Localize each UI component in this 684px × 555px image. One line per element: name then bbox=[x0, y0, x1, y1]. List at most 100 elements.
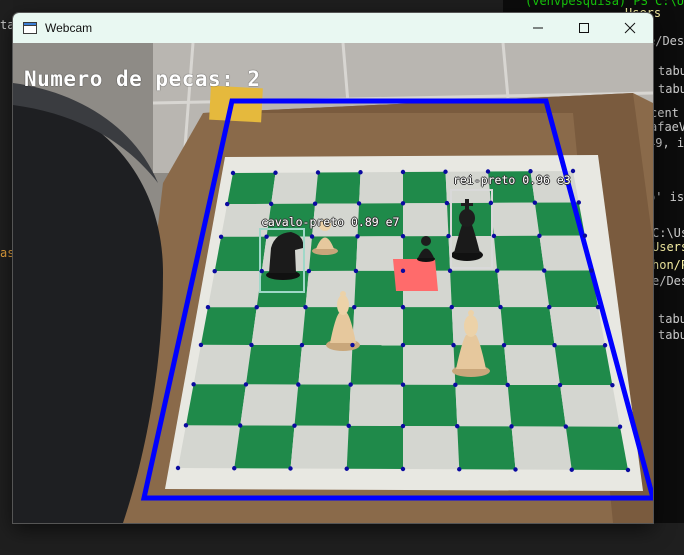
grid-point bbox=[595, 304, 601, 310]
grid-point bbox=[455, 424, 460, 429]
grid-point bbox=[352, 304, 357, 310]
board-square bbox=[511, 426, 572, 470]
board-square bbox=[565, 426, 628, 470]
close-icon bbox=[624, 22, 636, 34]
grid-point bbox=[582, 233, 588, 238]
board-square bbox=[234, 425, 295, 469]
terminal-line: hon/P bbox=[652, 258, 684, 272]
terminal-line: tabu bbox=[658, 64, 684, 78]
grid-point bbox=[446, 233, 451, 239]
board-square bbox=[493, 235, 545, 271]
grid-point bbox=[212, 268, 217, 274]
board-square bbox=[507, 384, 566, 427]
board-square bbox=[403, 307, 454, 346]
board-square bbox=[245, 344, 302, 385]
grid-point bbox=[264, 234, 269, 239]
grid-point bbox=[198, 342, 204, 348]
grid-point bbox=[451, 342, 456, 348]
terminal-line: e/Des bbox=[652, 274, 684, 288]
board-square bbox=[450, 270, 501, 308]
grid-point bbox=[400, 342, 406, 348]
maximize-button[interactable] bbox=[561, 13, 607, 43]
board-square bbox=[294, 384, 351, 426]
grid-point bbox=[205, 305, 211, 310]
grid-point bbox=[570, 168, 576, 174]
grid-point bbox=[617, 424, 623, 429]
grid-point bbox=[532, 200, 538, 205]
webcam-window: Webcam Numero de pecas: 2 cavalo-preto 0… bbox=[13, 13, 653, 523]
board-square bbox=[554, 345, 613, 386]
board-square bbox=[350, 345, 403, 385]
webcam-feed: Numero de pecas: 2 cavalo-preto 0.89 e7 … bbox=[13, 43, 653, 523]
grid-point bbox=[501, 342, 507, 348]
grid-point bbox=[453, 382, 458, 388]
terminal-line: 49, i bbox=[648, 136, 684, 150]
detection-label-knight: cavalo-preto 0.89 e7 bbox=[261, 215, 400, 229]
board-square bbox=[352, 307, 403, 346]
grid-point bbox=[232, 466, 237, 471]
grid-point bbox=[358, 170, 363, 175]
board-square bbox=[490, 202, 540, 236]
grid-point bbox=[191, 382, 196, 387]
terminal-line: p' is bbox=[648, 190, 684, 204]
minimize-icon bbox=[533, 27, 543, 29]
terminal-line: tabu bbox=[658, 82, 684, 96]
board-square bbox=[403, 384, 458, 427]
grid-point bbox=[542, 268, 547, 273]
board-square bbox=[560, 385, 621, 427]
grid-point bbox=[225, 201, 230, 207]
grid-point bbox=[457, 467, 462, 472]
board-square bbox=[403, 171, 447, 204]
grid-point bbox=[175, 465, 181, 471]
board-square bbox=[455, 384, 512, 427]
grid-point bbox=[447, 268, 453, 273]
grid-point bbox=[306, 268, 312, 274]
grid-point bbox=[443, 169, 448, 174]
board-square bbox=[315, 172, 361, 204]
grid-point bbox=[557, 382, 563, 388]
terminal-line: C:\Us bbox=[652, 226, 684, 240]
window-title: Webcam bbox=[45, 21, 93, 35]
detection-label-king: rei-preto 0.96 e3 bbox=[453, 173, 571, 187]
board-square bbox=[185, 384, 246, 426]
grid-point bbox=[537, 233, 542, 239]
grid-point bbox=[254, 305, 259, 310]
grid-point bbox=[400, 304, 406, 310]
grid-point bbox=[610, 382, 615, 388]
close-button[interactable] bbox=[607, 13, 653, 43]
grid-point bbox=[344, 466, 349, 471]
board-square bbox=[193, 344, 252, 385]
grid-point bbox=[602, 343, 608, 348]
terminal-line: tabu bbox=[658, 328, 684, 342]
minimize-button[interactable] bbox=[515, 13, 561, 43]
board-square bbox=[346, 425, 403, 469]
grid-point bbox=[589, 268, 594, 273]
terminal-line: e/Des bbox=[648, 34, 684, 48]
grid-point bbox=[498, 304, 503, 310]
board-square bbox=[500, 307, 555, 346]
grid-point bbox=[353, 268, 359, 274]
highlighted-square bbox=[393, 259, 438, 291]
terminal-line: afaeV bbox=[650, 120, 684, 134]
grid-point bbox=[346, 423, 351, 429]
grid-point bbox=[547, 304, 552, 310]
board-square bbox=[178, 425, 241, 469]
grid-point bbox=[350, 342, 355, 348]
grid-point bbox=[243, 382, 249, 387]
grid-point bbox=[400, 169, 406, 175]
grid-point bbox=[625, 467, 631, 473]
grid-point bbox=[288, 466, 293, 471]
grid-point bbox=[230, 170, 236, 176]
grid-point bbox=[491, 233, 497, 239]
grid-point bbox=[296, 382, 301, 387]
grid-point bbox=[400, 234, 406, 239]
grid-point bbox=[292, 423, 297, 428]
grid-point bbox=[576, 200, 581, 205]
board-square bbox=[290, 425, 349, 469]
grid-point bbox=[488, 200, 494, 206]
board-square bbox=[359, 172, 403, 204]
board-square bbox=[207, 271, 262, 308]
grid-point bbox=[183, 423, 189, 428]
title-bar[interactable]: Webcam bbox=[13, 13, 653, 43]
grid-point bbox=[552, 343, 557, 348]
